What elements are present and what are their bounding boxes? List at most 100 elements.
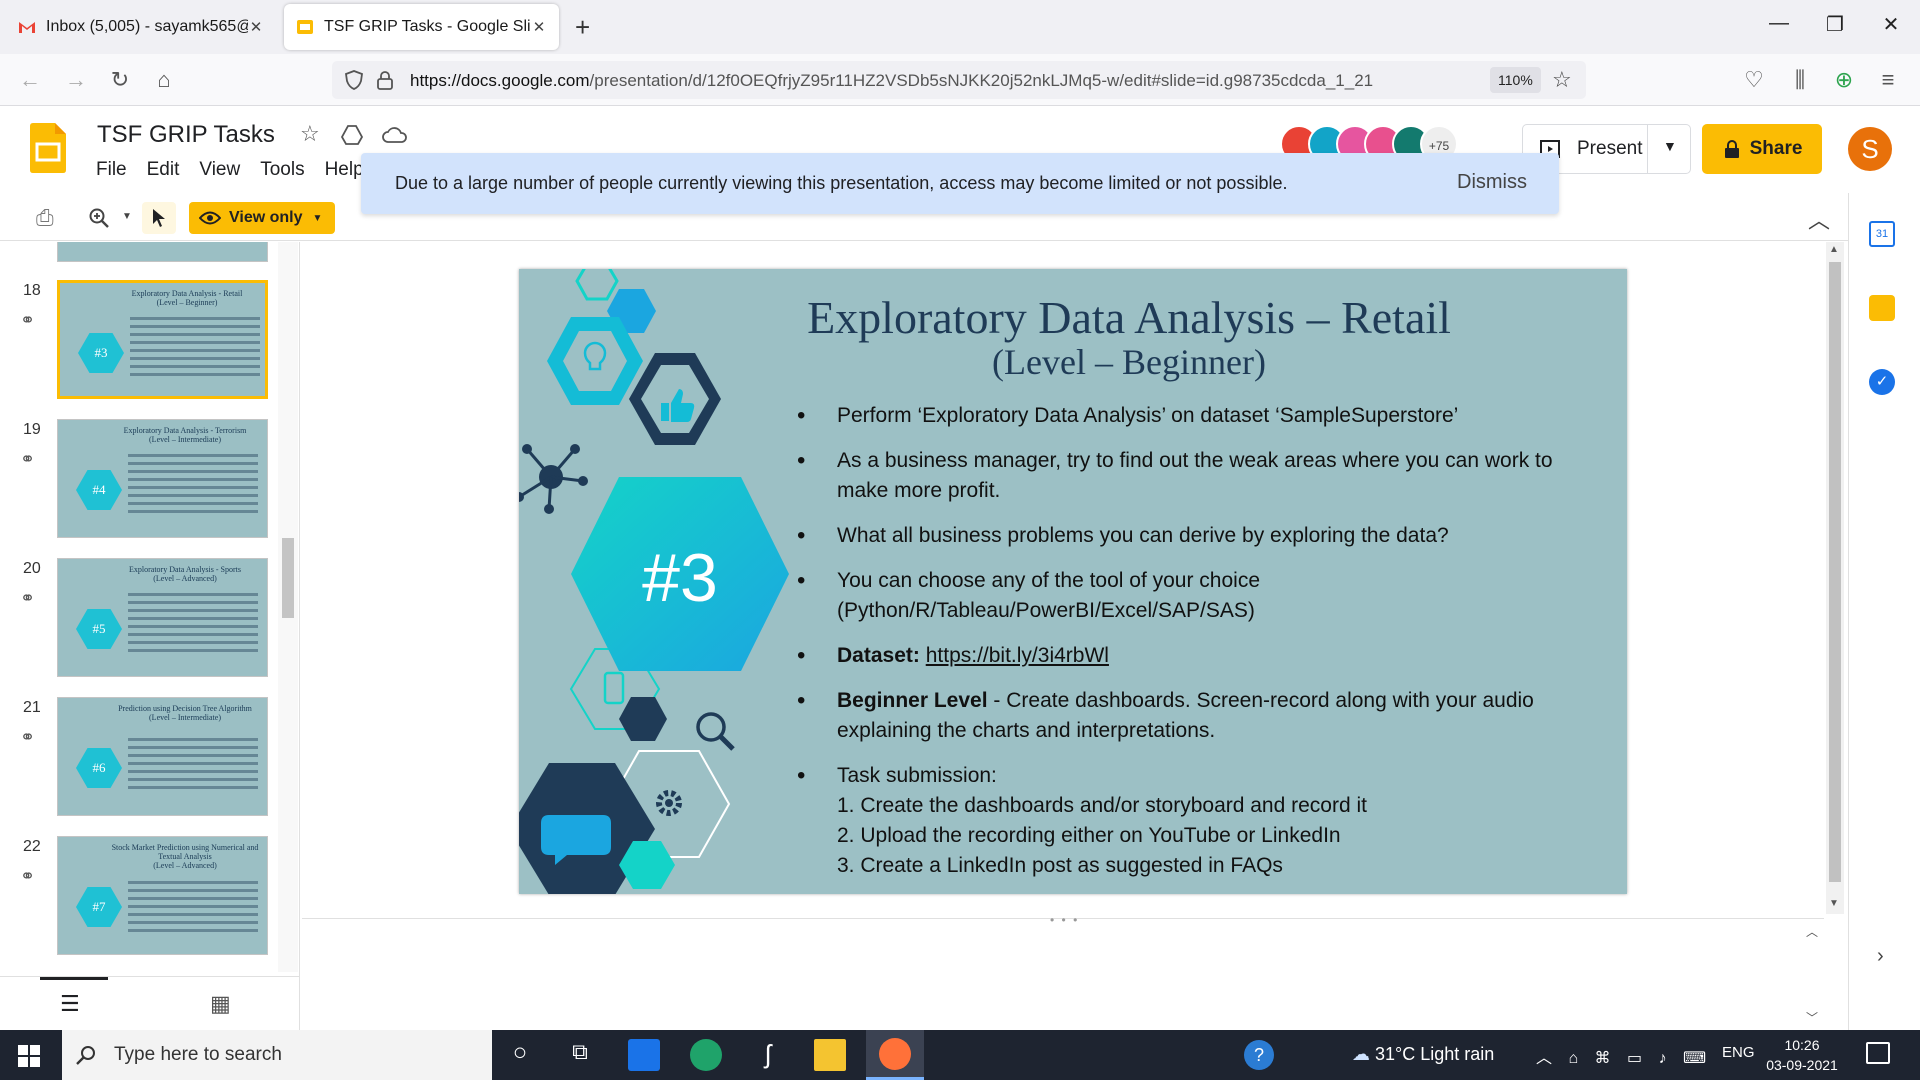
user-avatar[interactable]: S	[1848, 127, 1892, 171]
gmail-icon	[19, 22, 35, 33]
notes-resize-handle[interactable]: • • •	[1050, 913, 1079, 927]
new-tab-button[interactable]: +	[575, 12, 590, 43]
edge-browser-icon[interactable]	[690, 1039, 722, 1071]
tab-label: TSF GRIP Tasks - Google Slides	[324, 18, 531, 35]
library-icon[interactable]: ⫼	[1786, 66, 1814, 94]
lock-icon[interactable]	[376, 70, 394, 90]
calendar-icon[interactable]: 31	[1869, 221, 1895, 247]
scroll-up-icon[interactable]: ▲	[1829, 244, 1839, 255]
shield-icon[interactable]	[344, 70, 364, 90]
filmstrip-item[interactable]: 20 ⚭ Exploratory Data Analysis - Sports(…	[0, 558, 285, 697]
print-icon[interactable]: ⎙	[36, 205, 54, 231]
firefox-taskbar-active[interactable]	[866, 1030, 924, 1080]
filmstrip-item[interactable]: 22 ⚭ Stock Market Prediction using Numer…	[0, 836, 285, 975]
filmstrip-scroll-thumb[interactable]	[282, 538, 294, 618]
canvas-scrollbar[interactable]: ▲ ▼	[1826, 242, 1844, 914]
weather-widget[interactable]: ☁ 31°C Light rain	[1352, 1044, 1494, 1065]
zoom-dropdown-icon[interactable]: ▼	[122, 211, 132, 222]
taskbar-search[interactable]: Type here to search	[62, 1030, 492, 1080]
reload-icon[interactable]: ↻	[106, 66, 134, 94]
share-button[interactable]: Share	[1702, 124, 1822, 174]
close-tab-icon[interactable]: ✕	[248, 18, 264, 36]
forward-icon[interactable]: →	[62, 66, 90, 94]
close-window-icon[interactable]: ✕	[1876, 12, 1906, 37]
expand-side-panel-icon[interactable]: ›	[1877, 945, 1884, 968]
pocket-icon[interactable]: ♡	[1740, 66, 1768, 94]
task-view-icon[interactable]: ⧉	[564, 1039, 596, 1071]
cloud-saved-icon[interactable]	[382, 125, 408, 145]
slides-logo-icon[interactable]	[30, 123, 66, 173]
collapse-toolbar-icon[interactable]: ︿	[1808, 203, 1830, 235]
thumbnail-partial[interactable]	[57, 242, 268, 262]
restore-icon[interactable]: ❐	[1820, 12, 1850, 37]
home-icon[interactable]: ⌂	[150, 66, 178, 94]
select-tool[interactable]	[142, 202, 176, 234]
filmstrip-item[interactable]: 18 ⚭ Exploratory Data Analysis - Retail(…	[0, 280, 285, 419]
filmstrip[interactable]: 18 ⚭ Exploratory Data Analysis - Retail(…	[0, 242, 300, 1030]
thumbnail-tag: #6	[76, 748, 122, 788]
thumbnail-text-lines	[128, 454, 258, 518]
windows-start-icon[interactable]	[18, 1045, 40, 1067]
back-icon[interactable]: ←	[16, 66, 44, 94]
dismiss-button[interactable]: Dismiss	[1457, 171, 1527, 194]
menu-edit[interactable]: Edit	[147, 159, 180, 181]
menu-help[interactable]: Help	[325, 159, 364, 181]
document-title[interactable]: TSF GRIP Tasks	[97, 121, 275, 149]
zoom-level[interactable]: 110%	[1490, 67, 1541, 93]
app-s-icon[interactable]: ʃ	[752, 1039, 784, 1071]
notification-center-icon[interactable]	[1866, 1042, 1890, 1064]
hamburger-menu-icon[interactable]: ≡	[1874, 66, 1902, 94]
mail-app-icon[interactable]	[628, 1039, 660, 1071]
weather-text: 31°C Light rain	[1375, 1044, 1495, 1064]
notes-scroll-down-icon[interactable]: ﹀	[1806, 1009, 1818, 1026]
scroll-down-icon[interactable]: ▼	[1829, 898, 1839, 909]
speaker-notes[interactable]: • • • ︿ ﹀	[302, 913, 1824, 1030]
close-tab-icon[interactable]: ✕	[531, 18, 547, 36]
system-tray-icons[interactable]: ︿ ⌂ ⌘ ▭ ♪ ⌨	[1536, 1044, 1712, 1068]
present-dropdown-icon[interactable]: ▼	[1663, 138, 1677, 154]
filmstrip-item[interactable]: 21 ⚭ Prediction using Decision Tree Algo…	[0, 697, 285, 836]
move-to-drive-icon[interactable]	[340, 123, 364, 147]
slide-thumbnail[interactable]: Stock Market Prediction using Numerical …	[57, 836, 268, 955]
filmstrip-scrollbar[interactable]	[278, 242, 298, 972]
dataset-link[interactable]: https://bit.ly/3i4rbWl	[926, 644, 1109, 667]
tab-gmail[interactable]: Inbox (5,005) - sayamk565@gm ✕	[6, 4, 276, 50]
clock-date: 03-09-2021	[1766, 1057, 1838, 1073]
menu-file[interactable]: File	[96, 159, 127, 181]
view-only-button[interactable]: View only ▼	[189, 202, 335, 234]
slide-current[interactable]: #3 Exploratory Data Analysis – Retail (L…	[519, 269, 1627, 894]
star-icon[interactable]: ☆	[300, 121, 320, 147]
slide-thumbnail[interactable]: Prediction using Decision Tree Algorithm…	[57, 697, 268, 816]
tab-google-slides[interactable]: TSF GRIP Tasks - Google Slides ✕	[284, 4, 559, 50]
menu-tools[interactable]: Tools	[260, 159, 304, 181]
bullet-item-level: Beginner Level - Create dashboards. Scre…	[797, 686, 1597, 746]
view-only-dropdown-icon: ▼	[312, 212, 323, 224]
extension-icon[interactable]: ⊕	[1830, 66, 1858, 94]
slide-thumbnail[interactable]: Exploratory Data Analysis - Terrorism (Le…	[57, 419, 268, 538]
browser-tab-bar: Inbox (5,005) - sayamk565@gm ✕ TSF GRIP …	[0, 0, 1920, 54]
language-indicator[interactable]: ENG	[1722, 1044, 1755, 1061]
side-panel: 31 ✓ ›	[1848, 193, 1920, 1030]
notes-scroll-up-icon[interactable]: ︿	[1806, 923, 1818, 940]
list-view-icon[interactable]: ☰	[60, 991, 80, 1017]
canvas-scroll-thumb[interactable]	[1829, 262, 1841, 882]
tasks-icon[interactable]: ✓	[1869, 369, 1895, 395]
menu-view[interactable]: View	[199, 159, 240, 181]
minimize-icon[interactable]: —	[1764, 12, 1794, 35]
grid-view-icon[interactable]: ▦	[210, 991, 231, 1017]
file-explorer-icon[interactable]	[814, 1039, 846, 1071]
slide-thumbnail[interactable]: Exploratory Data Analysis - Sports (Level…	[57, 558, 268, 677]
help-icon[interactable]: ?	[1244, 1040, 1274, 1070]
level-label: Beginner Level	[837, 689, 988, 712]
list-view-indicator	[40, 977, 108, 980]
zoom-icon[interactable]	[88, 207, 110, 229]
keep-icon[interactable]	[1869, 295, 1895, 321]
cortana-icon[interactable]: ○	[504, 1039, 536, 1071]
link-icon: ⚭	[20, 449, 36, 469]
bookmark-star-icon[interactable]: ☆	[1552, 67, 1572, 93]
slide-thumbnail[interactable]: Exploratory Data Analysis - Retail (Level…	[57, 280, 268, 399]
url-bar[interactable]: https://docs.google.com/presentation/d/1…	[332, 61, 1586, 99]
url-text[interactable]: https://docs.google.com/presentation/d/1…	[410, 71, 1373, 91]
system-clock[interactable]: 10:26 03-09-2021	[1762, 1035, 1842, 1075]
filmstrip-item[interactable]: 19 ⚭ Exploratory Data Analysis - Terrori…	[0, 419, 285, 558]
